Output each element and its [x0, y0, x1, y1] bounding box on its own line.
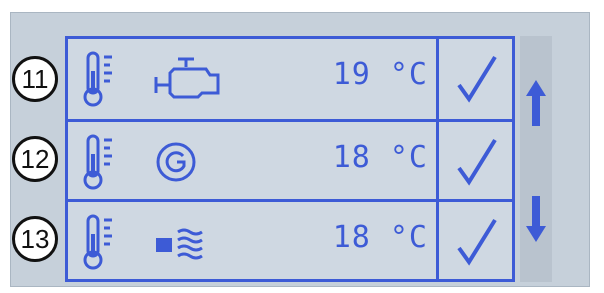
generator-icon: [156, 142, 196, 182]
row-number-badge: 12: [12, 136, 58, 182]
table-row: 18 °C: [68, 119, 512, 199]
table-row: 18 °C: [68, 199, 512, 279]
engine-icon: [154, 57, 220, 99]
column-divider: [436, 122, 439, 199]
thermometer-icon: [83, 214, 112, 270]
heater-icon: [156, 228, 203, 260]
row-number-badge: 13: [12, 216, 58, 262]
arrow-up-icon[interactable]: [524, 78, 548, 128]
thermometer-icon: [83, 134, 112, 190]
checkmark-icon: [457, 218, 497, 266]
table-row: 19 °C: [68, 39, 512, 119]
checkmark-icon: [457, 55, 497, 103]
row-number-badge: 11: [12, 56, 58, 102]
thermometer-icon: [83, 51, 112, 107]
temperature-value: 18 °C: [332, 140, 428, 175]
column-divider: [436, 39, 439, 119]
temperature-value: 19 °C: [332, 57, 428, 92]
temperature-value: 18 °C: [332, 220, 428, 255]
temperature-table: 19 °C 18 °C 18 °C: [65, 36, 515, 282]
column-divider: [436, 202, 439, 279]
scroll-bar[interactable]: [520, 36, 552, 282]
checkmark-icon: [457, 138, 497, 186]
arrow-down-icon[interactable]: [524, 194, 548, 244]
